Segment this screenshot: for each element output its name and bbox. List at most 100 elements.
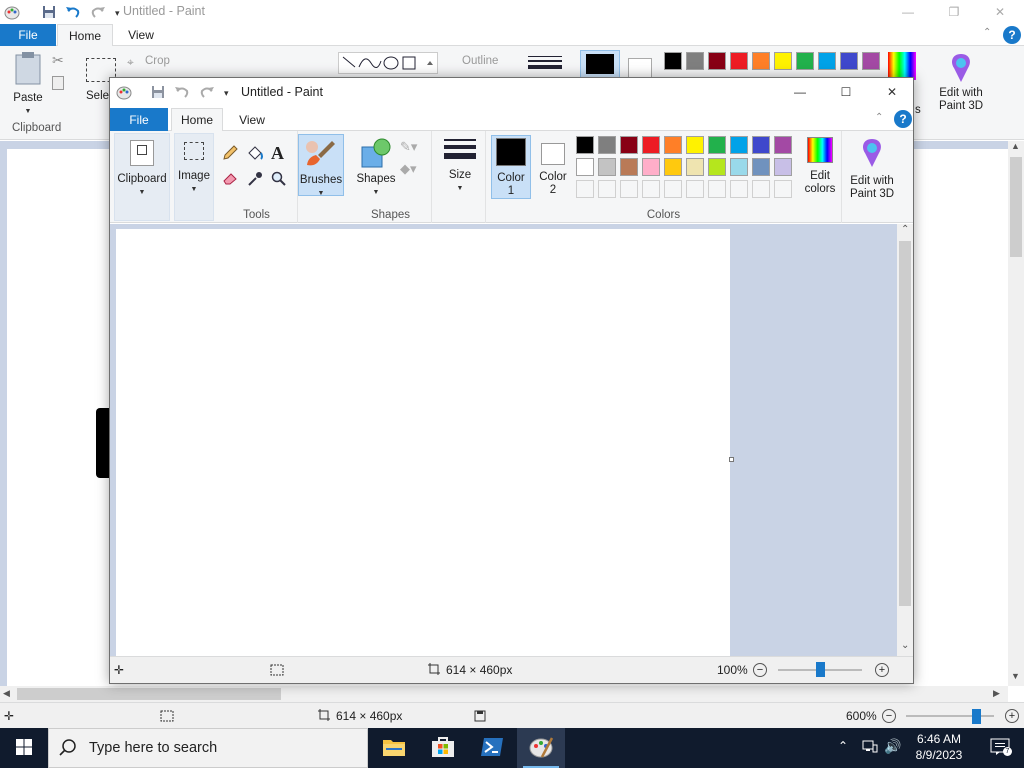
taskbar-paint[interactable] — [517, 728, 565, 768]
custom-color-slot[interactable] — [708, 180, 726, 198]
zoom-out-icon[interactable]: − — [753, 663, 767, 677]
color-swatch[interactable] — [774, 52, 792, 70]
custom-color-slot[interactable] — [576, 180, 594, 198]
custom-color-slot[interactable] — [774, 180, 792, 198]
color-swatch[interactable] — [686, 136, 704, 154]
fg-zoom-thumb[interactable] — [816, 662, 825, 677]
taskbar-search-box[interactable]: Type here to search — [48, 728, 368, 768]
bg-vscroll-thumb[interactable] — [1010, 157, 1022, 257]
fg-vscroll-thumb[interactable] — [899, 241, 911, 606]
fill-shape-icon[interactable]: ◆▾ — [400, 161, 417, 177]
cut-icon[interactable]: ✂ — [52, 52, 64, 69]
bg-outline-label[interactable]: Outline — [462, 55, 498, 67]
bg-tab-home[interactable]: Home — [57, 24, 113, 46]
color-swatch[interactable] — [664, 136, 682, 154]
color-swatch[interactable] — [576, 136, 594, 154]
scroll-right-icon[interactable]: ▶ — [993, 688, 1000, 699]
custom-color-slot[interactable] — [730, 180, 748, 198]
close-icon[interactable]: ✕ — [977, 0, 1023, 24]
start-button[interactable] — [0, 728, 48, 768]
color-swatch[interactable] — [796, 52, 814, 70]
bg-crop-label[interactable]: Crop — [145, 55, 170, 67]
customize-qat-icon[interactable]: ▾ — [224, 88, 229, 99]
network-icon[interactable] — [862, 739, 878, 756]
image-button[interactable]: Image ▼ — [174, 133, 214, 221]
color-swatch[interactable] — [686, 52, 704, 70]
fg-vertical-scrollbar[interactable]: ⌃ ⌄ — [897, 224, 913, 656]
clipboard-button[interactable]: Clipboard ▼ — [114, 133, 170, 221]
color-swatch[interactable] — [686, 158, 704, 176]
brushes-button[interactable]: Brushes ▼ — [298, 134, 344, 197]
color-swatch[interactable] — [774, 158, 792, 176]
notifications-icon[interactable]: 7 — [990, 738, 1012, 759]
redo-icon[interactable] — [199, 85, 215, 102]
scroll-down-icon[interactable]: ⌄ — [901, 640, 909, 651]
size-button[interactable]: Size ▼ — [438, 137, 482, 199]
text-icon[interactable]: A — [271, 143, 284, 164]
help-icon[interactable]: ? — [894, 110, 912, 128]
color-swatch[interactable] — [708, 136, 726, 154]
custom-color-slot[interactable] — [642, 180, 660, 198]
bg-zoom-thumb[interactable] — [972, 709, 981, 724]
copy-icon[interactable] — [52, 76, 64, 90]
color-swatch[interactable] — [752, 52, 770, 70]
undo-icon[interactable] — [65, 5, 81, 22]
color-swatch[interactable] — [774, 136, 792, 154]
custom-color-slot[interactable] — [686, 180, 704, 198]
zoom-in-icon[interactable]: + — [875, 663, 889, 677]
color-swatch[interactable] — [752, 158, 770, 176]
volume-icon[interactable]: 🔊 — [884, 738, 901, 755]
color-swatch[interactable] — [818, 52, 836, 70]
custom-color-slot[interactable] — [598, 180, 616, 198]
bg-size-icon[interactable] — [528, 56, 562, 78]
color-swatch[interactable] — [730, 158, 748, 176]
fill-icon[interactable] — [246, 145, 264, 164]
help-icon[interactable]: ? — [1003, 26, 1021, 44]
outline-icon[interactable]: ✎▾ — [400, 139, 417, 155]
bg-paste-button[interactable]: Paste ▼ — [8, 52, 48, 118]
color-swatch[interactable] — [862, 52, 880, 70]
restore-icon[interactable]: ❐ — [931, 0, 977, 24]
scroll-up-icon[interactable]: ⌃ — [901, 224, 909, 235]
bg-edit-colors-icon[interactable] — [888, 52, 916, 80]
customize-qat-icon[interactable]: ▾ — [115, 8, 120, 19]
bg-vertical-scrollbar[interactable]: ▲ ▼ — [1008, 141, 1024, 686]
bg-tab-view[interactable]: View — [118, 24, 164, 46]
bg-hscroll-thumb[interactable] — [17, 688, 281, 700]
color-picker-icon[interactable] — [247, 171, 263, 190]
color-swatch[interactable] — [598, 136, 616, 154]
minimize-icon[interactable]: — — [885, 0, 931, 24]
scroll-up-icon[interactable]: ▲ — [1011, 141, 1020, 151]
save-icon[interactable] — [151, 85, 165, 102]
taskbar-store[interactable] — [419, 728, 467, 768]
taskbar-powershell[interactable] — [468, 728, 516, 768]
bg-horizontal-scrollbar[interactable]: ◀ ▶ — [0, 686, 1008, 702]
zoom-out-icon[interactable]: − — [882, 709, 896, 723]
bg-shapes-gallery[interactable] — [338, 52, 438, 74]
pencil-icon[interactable] — [222, 145, 238, 164]
collapse-ribbon-icon[interactable]: ⌃ — [983, 27, 991, 38]
close-icon[interactable]: ✕ — [869, 80, 913, 104]
maximize-icon[interactable]: ☐ — [823, 80, 869, 104]
color-swatch[interactable] — [598, 158, 616, 176]
scroll-down-icon[interactable]: ▼ — [1011, 671, 1020, 681]
taskbar-clock[interactable]: 6:46 AM 8/9/2023 — [905, 731, 973, 763]
scroll-left-icon[interactable]: ◀ — [3, 688, 10, 699]
zoom-in-icon[interactable]: + — [1005, 709, 1019, 723]
color-swatch[interactable] — [642, 158, 660, 176]
redo-icon[interactable] — [90, 5, 106, 22]
color-swatch[interactable] — [730, 52, 748, 70]
crop-icon[interactable]: ⌖ — [127, 55, 134, 70]
color-swatch[interactable] — [664, 158, 682, 176]
color-swatch[interactable] — [576, 158, 594, 176]
custom-color-slot[interactable] — [752, 180, 770, 198]
magnifier-icon[interactable] — [271, 171, 287, 190]
color-swatch[interactable] — [840, 52, 858, 70]
minimize-icon[interactable]: — — [777, 80, 823, 104]
edit-colors-button[interactable]: Edit colors — [800, 137, 840, 199]
shapes-button[interactable]: Shapes ▼ — [356, 137, 396, 197]
color-swatch[interactable] — [642, 136, 660, 154]
show-hidden-icons-icon[interactable]: ⌃ — [838, 739, 848, 753]
bg-edit-with-paint3d-button[interactable]: Edit with Paint 3D — [930, 52, 992, 113]
eraser-icon[interactable] — [222, 171, 238, 188]
